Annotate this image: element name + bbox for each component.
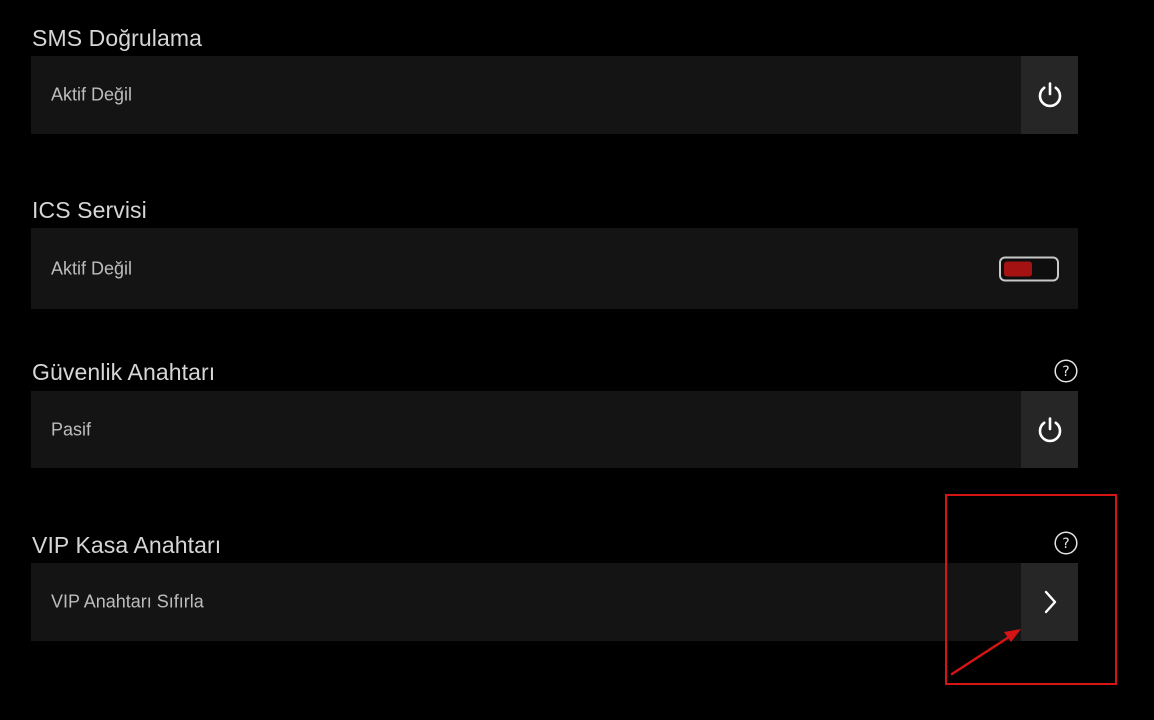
vip-key-reset-button[interactable] [1021, 563, 1078, 641]
ics-service-row: Aktif Değil [31, 228, 1078, 309]
ics-service-status: Aktif Değil [51, 258, 133, 278]
vip-vault-key-row: VIP Anahtarı Sıfırla [31, 563, 1078, 641]
help-glyph: ? [1062, 536, 1069, 552]
vip-vault-key-title: VIP Kasa Anahtarı [32, 532, 222, 558]
power-icon [1038, 416, 1061, 442]
ics-service-toggle[interactable] [999, 256, 1059, 281]
vip-key-reset-label: VIP Anahtarı Sıfırla [51, 591, 204, 612]
question-circle-icon[interactable]: ? [1054, 359, 1078, 383]
ics-service-title: ICS Servisi [32, 197, 147, 223]
security-key-row: Pasif [31, 391, 1078, 468]
help-glyph: ? [1062, 364, 1069, 380]
question-circle-icon[interactable]: ? [1054, 531, 1078, 555]
security-key-power-button[interactable] [1021, 391, 1078, 468]
security-key-status: Pasif [51, 419, 92, 439]
power-icon [1038, 82, 1061, 108]
sms-verification-power-button[interactable] [1021, 56, 1078, 134]
chevron-right-icon [1044, 590, 1056, 614]
toggle-knob [1004, 261, 1032, 276]
sms-verification-status: Aktif Değil [51, 84, 133, 105]
security-key-title: Güvenlik Anahtarı [32, 359, 216, 385]
sms-verification-row: Aktif Değil [31, 56, 1078, 134]
sms-verification-title: SMS Doğrulama [32, 25, 203, 51]
